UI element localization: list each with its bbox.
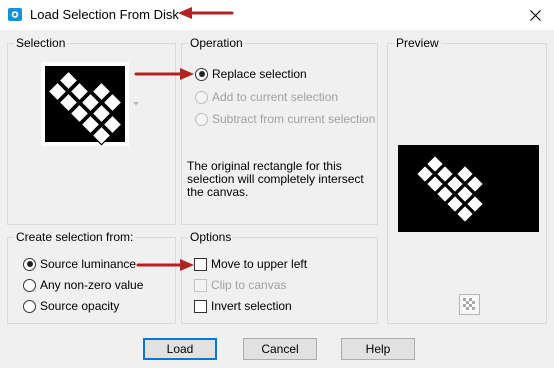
annotation-arrow-move-icon — [136, 259, 194, 271]
app-icon — [8, 8, 22, 21]
subtract-from-selection-radio[interactable]: Subtract from current selection — [195, 110, 375, 128]
radio-indicator — [23, 278, 36, 292]
add-to-selection-label: Add to current selection — [212, 90, 339, 104]
options-group-label: Options — [188, 229, 234, 245]
selection-thumbnail-icon — [45, 66, 125, 146]
any-non-zero-value-label: Any non-zero value — [40, 278, 144, 292]
radio-indicator — [23, 257, 36, 271]
window-title: Load Selection From Disk — [30, 7, 179, 22]
subtract-from-selection-label: Subtract from current selection — [212, 112, 376, 126]
help-button[interactable]: Help — [341, 338, 415, 360]
selection-thumbnail[interactable] — [41, 62, 129, 146]
operation-description: The original rectangle for this selectio… — [187, 159, 364, 199]
invert-selection-label: Invert selection — [211, 299, 292, 313]
source-opacity-label: Source opacity — [40, 299, 120, 313]
replace-selection-radio[interactable]: Replace selection — [195, 65, 307, 83]
create-selection-from-label: Create selection from: — [14, 229, 136, 245]
dropdown-arrow-icon[interactable] — [133, 102, 139, 106]
cancel-button[interactable]: Cancel — [243, 338, 317, 360]
checkbox-box — [194, 278, 207, 292]
checkerboard-icon — [463, 298, 476, 311]
annotation-arrow-replace-icon — [134, 68, 194, 80]
title-bar: Load Selection From Disk — [0, 0, 554, 30]
preview-image-icon — [415, 154, 485, 224]
any-non-zero-value-radio[interactable]: Any non-zero value — [23, 276, 143, 294]
operation-group-label: Operation — [188, 35, 245, 51]
radio-indicator — [195, 90, 208, 104]
clip-to-canvas-checkbox[interactable]: Clip to canvas — [194, 276, 286, 294]
replace-selection-label: Replace selection — [212, 67, 307, 81]
add-to-selection-radio[interactable]: Add to current selection — [195, 88, 338, 106]
move-to-upper-left-checkbox[interactable]: Move to upper left — [194, 255, 307, 273]
checkbox-box — [194, 299, 207, 313]
invert-selection-checkbox[interactable]: Invert selection — [194, 297, 292, 315]
source-luminance-label: Source luminance — [40, 257, 137, 271]
radio-indicator — [23, 299, 36, 313]
load-button[interactable]: Load — [143, 338, 217, 360]
clip-to-canvas-label: Clip to canvas — [211, 278, 287, 292]
radio-indicator — [195, 67, 208, 81]
selection-group-label: Selection — [14, 35, 68, 51]
preview-group-label: Preview — [394, 35, 441, 51]
transparency-button[interactable] — [459, 294, 480, 315]
source-luminance-radio[interactable]: Source luminance — [23, 255, 136, 273]
source-opacity-radio[interactable]: Source opacity — [23, 297, 119, 315]
close-icon — [529, 9, 541, 21]
annotation-arrow-title-icon — [178, 7, 234, 19]
preview-image — [398, 145, 539, 232]
move-to-upper-left-label: Move to upper left — [211, 257, 308, 271]
close-button[interactable] — [516, 0, 554, 30]
radio-indicator — [195, 112, 208, 126]
